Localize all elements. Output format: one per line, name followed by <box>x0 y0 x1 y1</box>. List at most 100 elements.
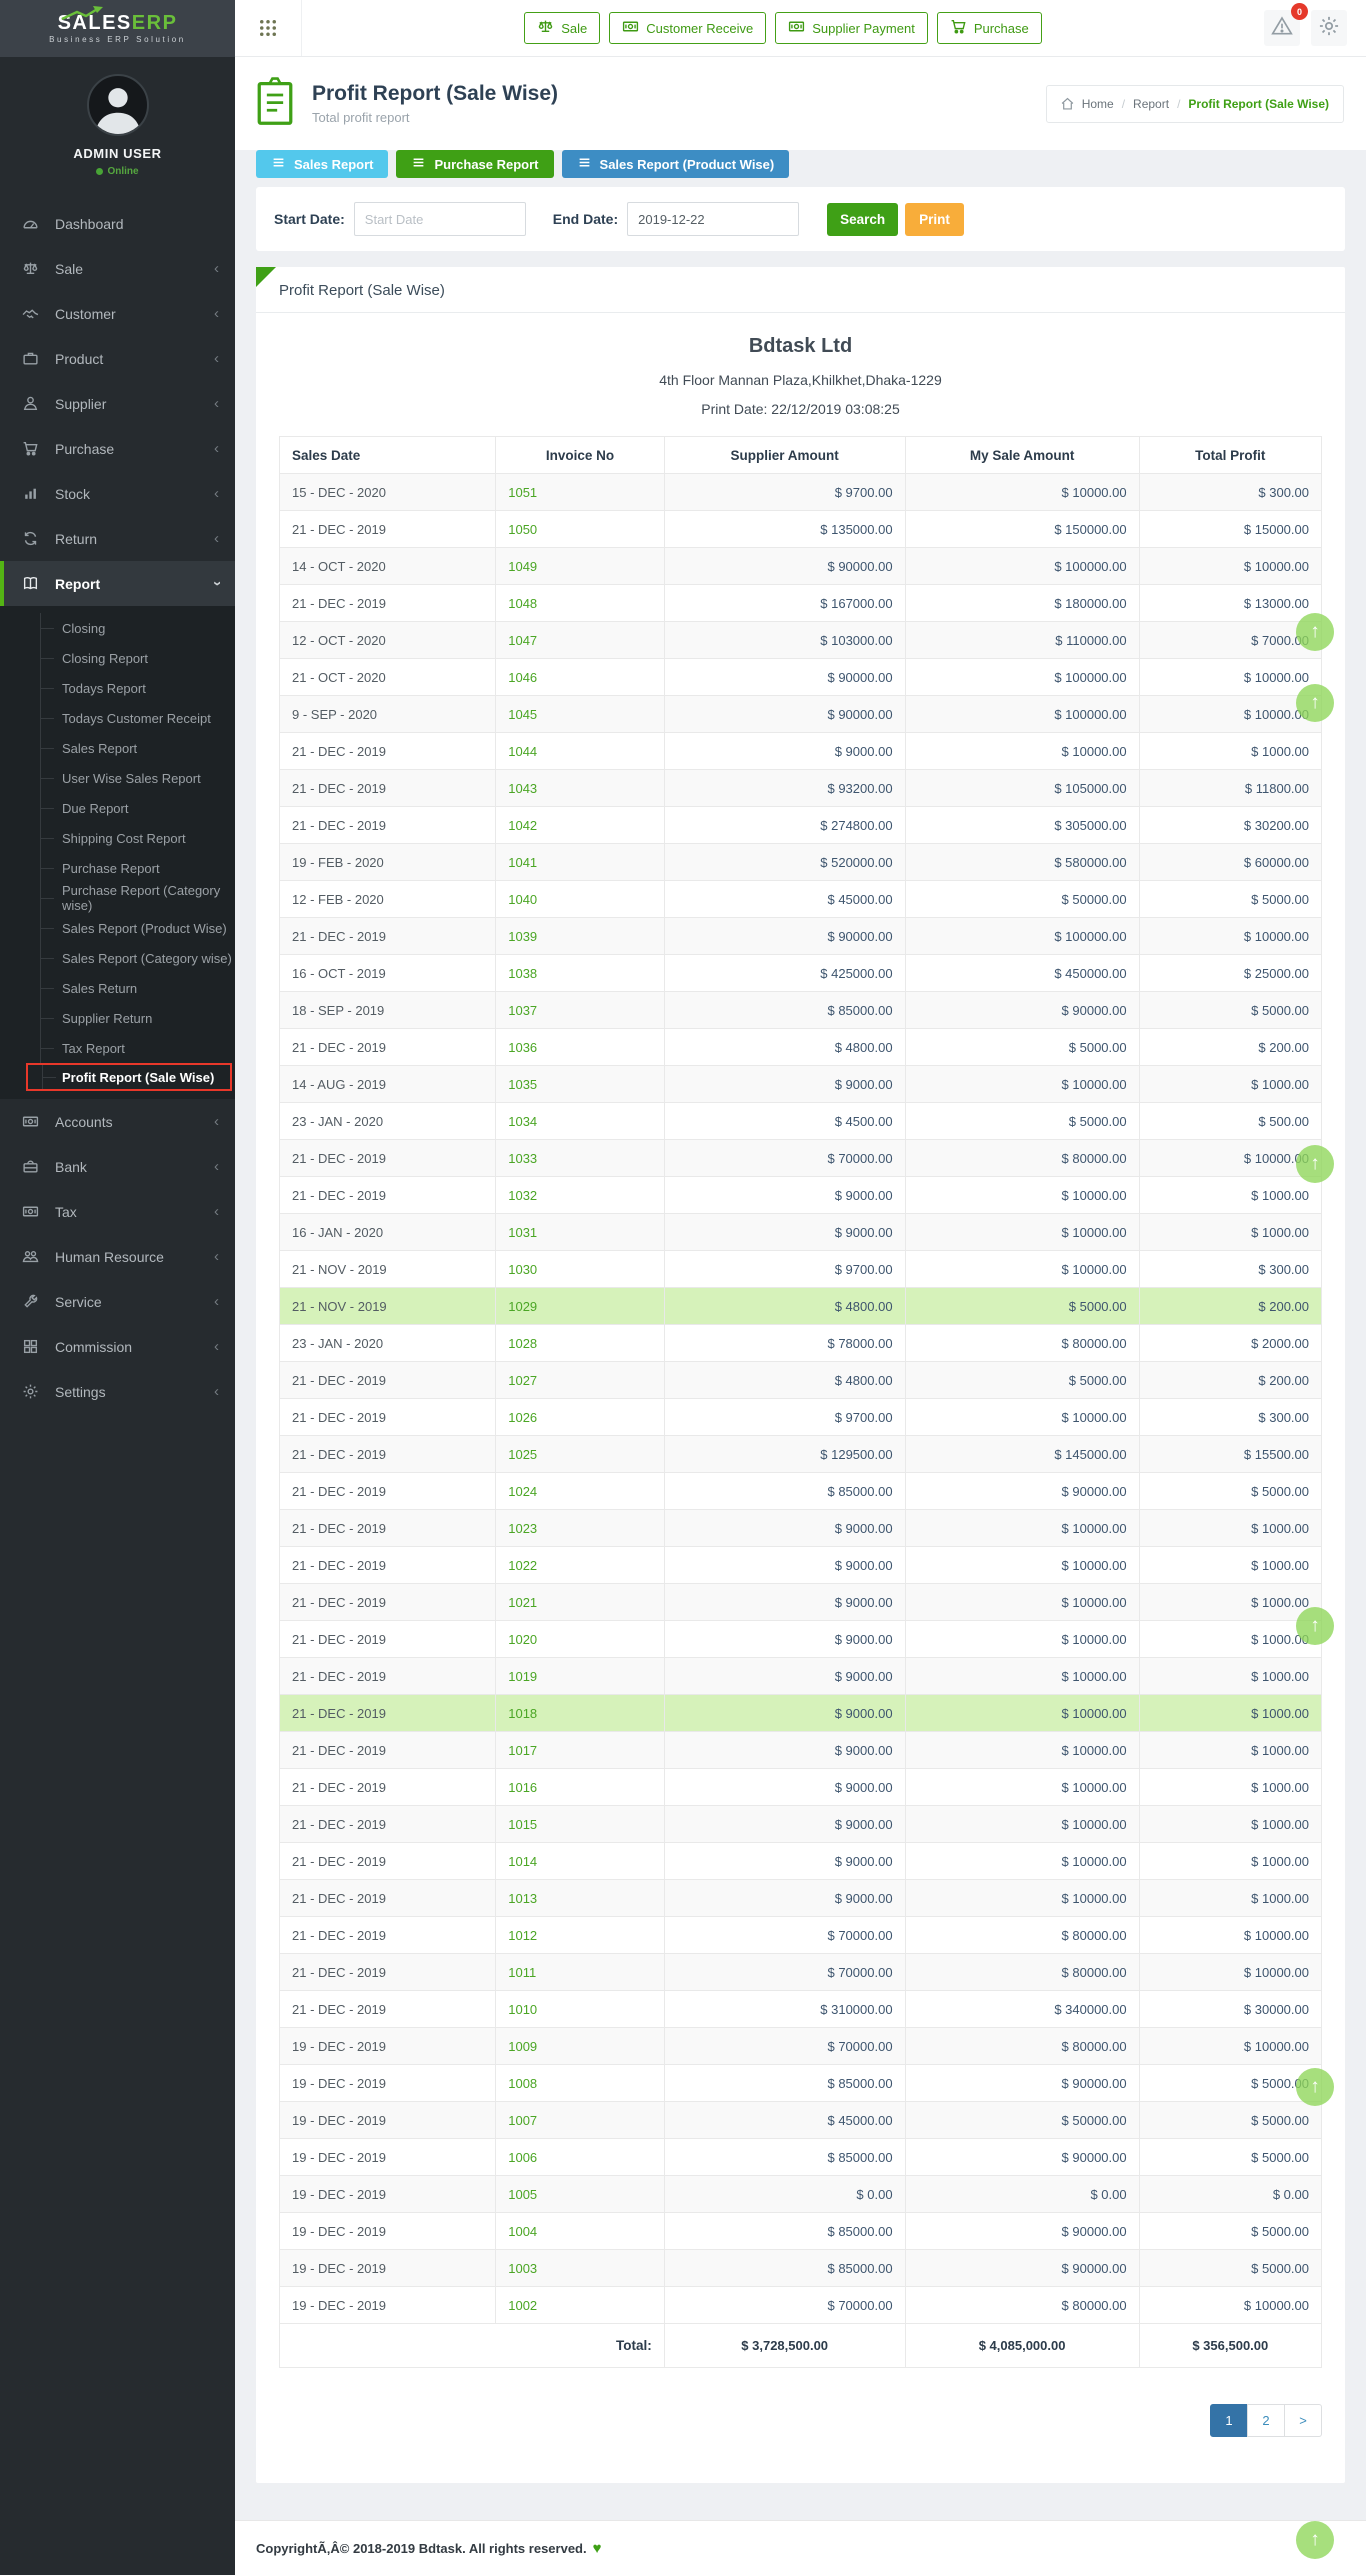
invoice-link[interactable]: 1029 <box>508 1299 537 1314</box>
invoice-link[interactable]: 1033 <box>508 1151 537 1166</box>
submenu-item-todays-report[interactable]: Todays Report <box>0 673 235 703</box>
submenu-item-profit-report-sale-wise[interactable]: Profit Report (Sale Wise) <box>26 1063 232 1091</box>
tab-sales-report-product-wise[interactable]: Sales Report (Product Wise) <box>562 150 790 178</box>
scroll-top-button[interactable]: ↑ <box>1296 684 1334 722</box>
breadcrumb-home[interactable]: Home <box>1082 97 1114 111</box>
app-logo[interactable]: SALESERP Business ERP Solution <box>0 0 235 57</box>
invoice-link[interactable]: 1044 <box>508 744 537 759</box>
topbar-button-supplier-payment[interactable]: Supplier Payment <box>775 12 928 44</box>
avatar[interactable] <box>87 74 149 136</box>
menu-grid-icon[interactable] <box>235 18 301 38</box>
sidebar-item-commission[interactable]: Commission‹ <box>0 1324 235 1369</box>
invoice-link[interactable]: 1050 <box>508 522 537 537</box>
invoice-link[interactable]: 1046 <box>508 670 537 685</box>
submenu-item-due-report[interactable]: Due Report <box>0 793 235 823</box>
sidebar-item-return[interactable]: Return‹ <box>0 516 235 561</box>
submenu-item-closing-report[interactable]: Closing Report <box>0 643 235 673</box>
invoice-link[interactable]: 1035 <box>508 1077 537 1092</box>
invoice-link[interactable]: 1018 <box>508 1706 537 1721</box>
invoice-link[interactable]: 1002 <box>508 2298 537 2313</box>
invoice-link[interactable]: 1038 <box>508 966 537 981</box>
invoice-link[interactable]: 1036 <box>508 1040 537 1055</box>
invoice-link[interactable]: 1024 <box>508 1484 537 1499</box>
submenu-item-purchase-report-category-wise[interactable]: Purchase Report (Category wise) <box>0 883 235 913</box>
submenu-item-supplier-return[interactable]: Supplier Return <box>0 1003 235 1033</box>
invoice-link[interactable]: 1023 <box>508 1521 537 1536</box>
submenu-item-user-wise-sales-report[interactable]: User Wise Sales Report <box>0 763 235 793</box>
sidebar-item-human-resource[interactable]: Human Resource‹ <box>0 1234 235 1279</box>
invoice-link[interactable]: 1021 <box>508 1595 537 1610</box>
scroll-top-button[interactable]: ↑ <box>1296 2068 1334 2106</box>
sidebar-item-settings[interactable]: Settings‹ <box>0 1369 235 1414</box>
invoice-link[interactable]: 1047 <box>508 633 537 648</box>
submenu-item-sales-return[interactable]: Sales Return <box>0 973 235 1003</box>
invoice-link[interactable]: 1019 <box>508 1669 537 1684</box>
invoice-link[interactable]: 1003 <box>508 2261 537 2276</box>
pagination-page-2[interactable]: 2 <box>1247 2404 1285 2437</box>
alerts-button[interactable]: 0 <box>1264 10 1300 46</box>
invoice-link[interactable]: 1011 <box>508 1965 536 1980</box>
invoice-link[interactable]: 1013 <box>508 1891 537 1906</box>
invoice-link[interactable]: 1034 <box>508 1114 537 1129</box>
invoice-link[interactable]: 1037 <box>508 1003 537 1018</box>
invoice-link[interactable]: 1042 <box>508 818 537 833</box>
scroll-top-button[interactable]: ↑ <box>1296 1145 1334 1183</box>
invoice-link[interactable]: 1032 <box>508 1188 537 1203</box>
scroll-top-button[interactable]: ↑ <box>1296 613 1334 651</box>
invoice-link[interactable]: 1004 <box>508 2224 537 2239</box>
pagination-page-1[interactable]: 1 <box>1210 2404 1248 2437</box>
invoice-link[interactable]: 1041 <box>508 855 537 870</box>
invoice-link[interactable]: 1039 <box>508 929 537 944</box>
invoice-link[interactable]: 1027 <box>508 1373 537 1388</box>
submenu-item-todays-customer-receipt[interactable]: Todays Customer Receipt <box>0 703 235 733</box>
sidebar-item-customer[interactable]: Customer‹ <box>0 291 235 336</box>
invoice-link[interactable]: 1012 <box>508 1928 537 1943</box>
sidebar-item-sale[interactable]: Sale‹ <box>0 246 235 291</box>
sidebar-item-purchase[interactable]: Purchase‹ <box>0 426 235 471</box>
scroll-top-button[interactable]: ↑ <box>1296 1607 1334 1645</box>
tab-sales-report[interactable]: Sales Report <box>256 150 388 178</box>
topbar-button-purchase[interactable]: Purchase <box>937 12 1042 44</box>
breadcrumb-report[interactable]: Report <box>1133 97 1169 111</box>
submenu-item-closing[interactable]: Closing <box>0 613 235 643</box>
topbar-button-customer-receive[interactable]: Customer Receive <box>609 12 766 44</box>
invoice-link[interactable]: 1048 <box>508 596 537 611</box>
invoice-link[interactable]: 1014 <box>508 1854 537 1869</box>
invoice-link[interactable]: 1040 <box>508 892 537 907</box>
invoice-link[interactable]: 1017 <box>508 1743 537 1758</box>
submenu-item-shipping-cost-report[interactable]: Shipping Cost Report <box>0 823 235 853</box>
invoice-link[interactable]: 1016 <box>508 1780 537 1795</box>
invoice-link[interactable]: 1045 <box>508 707 537 722</box>
invoice-link[interactable]: 1025 <box>508 1447 537 1462</box>
submenu-item-sales-report-product-wise[interactable]: Sales Report (Product Wise) <box>0 913 235 943</box>
pagination-next-button[interactable]: > <box>1284 2404 1322 2437</box>
sidebar-item-dashboard[interactable]: Dashboard <box>0 201 235 246</box>
invoice-link[interactable]: 1051 <box>508 485 537 500</box>
invoice-link[interactable]: 1020 <box>508 1632 537 1647</box>
invoice-link[interactable]: 1009 <box>508 2039 537 2054</box>
sidebar-item-tax[interactable]: Tax‹ <box>0 1189 235 1234</box>
invoice-link[interactable]: 1043 <box>508 781 537 796</box>
invoice-link[interactable]: 1007 <box>508 2113 537 2128</box>
sidebar-item-stock[interactable]: Stock‹ <box>0 471 235 516</box>
invoice-link[interactable]: 1006 <box>508 2150 537 2165</box>
topbar-button-sale[interactable]: Sale <box>524 12 600 44</box>
submenu-item-sales-report-category-wise[interactable]: Sales Report (Category wise) <box>0 943 235 973</box>
invoice-link[interactable]: 1015 <box>508 1817 537 1832</box>
invoice-link[interactable]: 1030 <box>508 1262 537 1277</box>
scroll-top-button[interactable]: ↑ <box>1296 2521 1334 2559</box>
sidebar-item-supplier[interactable]: Supplier‹ <box>0 381 235 426</box>
sidebar-item-bank[interactable]: Bank‹ <box>0 1144 235 1189</box>
submenu-item-purchase-report[interactable]: Purchase Report <box>0 853 235 883</box>
invoice-link[interactable]: 1008 <box>508 2076 537 2091</box>
invoice-link[interactable]: 1005 <box>508 2187 537 2202</box>
sidebar-item-accounts[interactable]: Accounts‹ <box>0 1099 235 1144</box>
print-button[interactable]: Print <box>905 203 964 236</box>
submenu-item-tax-report[interactable]: Tax Report <box>0 1033 235 1063</box>
invoice-link[interactable]: 1028 <box>508 1336 537 1351</box>
tab-purchase-report[interactable]: Purchase Report <box>396 150 553 178</box>
start-date-input[interactable] <box>354 202 526 236</box>
end-date-input[interactable] <box>627 202 799 236</box>
sidebar-item-report[interactable]: Report‹ <box>0 561 235 606</box>
sidebar-item-product[interactable]: Product‹ <box>0 336 235 381</box>
